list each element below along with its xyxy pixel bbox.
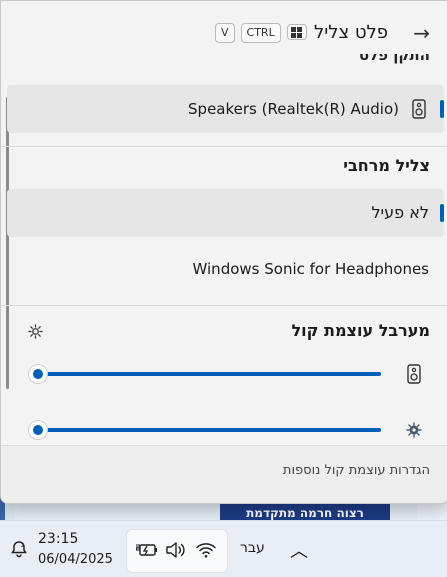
divider: [1, 305, 447, 306]
speaker-icon: [407, 364, 421, 384]
svg-text:z: z: [21, 542, 24, 549]
sound-output-flyout: → פלט צליל V CTRL התקן פלט Speakers (Rea…: [0, 0, 447, 504]
spatial-option-off[interactable]: לא פעיל: [7, 189, 444, 237]
more-volume-settings-link[interactable]: הגדרות עוצמת קול נוספות: [283, 463, 430, 478]
taskbar: z 23:15 06/04/2025 עבר ︿: [0, 520, 447, 577]
clock-date[interactable]: 06/04/2025: [38, 551, 113, 569]
speaker-icon: [412, 99, 426, 119]
page-title: פלט צליל: [313, 22, 388, 43]
slider-thumb[interactable]: [29, 365, 47, 383]
spatial-option-windows-sonic[interactable]: Windows Sonic for Headphones: [7, 245, 444, 293]
spatial-option-label: לא פעיל: [371, 203, 429, 222]
windows-key-icon: [286, 24, 307, 40]
system-sounds-volume-slider[interactable]: [29, 421, 381, 439]
key-ctrl: CTRL: [240, 23, 281, 43]
system-sounds-icon: [406, 422, 422, 438]
device-label: Speakers (Realtek(R) Audio): [188, 100, 399, 118]
output-device-section-title: התקן פלט: [358, 54, 430, 64]
clock-time[interactable]: 23:15: [38, 530, 78, 548]
slider-thumb[interactable]: [29, 421, 47, 439]
spatial-option-label: Windows Sonic for Headphones: [192, 260, 429, 278]
selected-indicator: [440, 204, 444, 222]
battery-charging-icon: [136, 544, 157, 556]
volume-mixer-title: מערבל עוצמת קול: [291, 321, 431, 340]
divider: [1, 146, 447, 147]
spatial-sound-title: צליל מרחבי: [343, 156, 430, 175]
shortcut-hint: V CTRL: [215, 23, 307, 43]
selected-indicator: [440, 100, 444, 118]
wifi-icon: [196, 543, 216, 558]
device-item-speakers[interactable]: Speakers (Realtek(R) Audio): [7, 85, 444, 133]
gear-icon[interactable]: [28, 324, 43, 339]
speakers-volume-slider[interactable]: [29, 365, 381, 383]
slider-track: [37, 372, 381, 376]
chevron-up-icon[interactable]: ︿: [290, 537, 308, 563]
slider-track: [37, 428, 381, 432]
scrollbar[interactable]: [6, 97, 9, 389]
back-arrow-icon[interactable]: →: [413, 21, 430, 45]
flyout-footer: הגדרות עוצמת קול נוספות: [1, 445, 447, 503]
key-v: V: [215, 23, 235, 43]
notification-icon[interactable]: z: [10, 540, 28, 558]
quick-settings-button[interactable]: [126, 529, 228, 573]
volume-icon: [166, 542, 185, 558]
language-indicator[interactable]: עבר: [240, 540, 265, 556]
